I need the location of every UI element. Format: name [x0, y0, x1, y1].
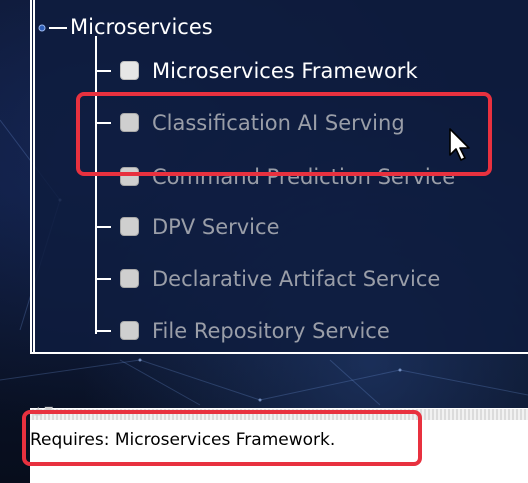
checkbox-microservices-framework[interactable]: [120, 61, 139, 80]
highlight-box-tree-item: [76, 92, 492, 176]
checkbox-dpv-service[interactable]: [120, 217, 139, 236]
tree-root-microservices[interactable]: Microservices: [70, 13, 213, 41]
tree-node-expander-icon[interactable]: [37, 23, 47, 33]
tree-item-label: DPV Service: [152, 215, 280, 239]
tree-item-label: Microservices Framework: [152, 59, 418, 83]
tree-item-label: Declarative Artifact Service: [152, 267, 441, 291]
tree-connector: [97, 70, 111, 72]
checkbox-declarative-artifact-service[interactable]: [120, 269, 139, 288]
tree-item-microservices-framework[interactable]: Microservices Framework: [0, 56, 528, 86]
tree-item-dpv-service[interactable]: DPV Service: [0, 212, 528, 242]
tree-item-file-repository-service[interactable]: File Repository Service: [0, 316, 528, 346]
tree-connector: [97, 226, 111, 228]
mouse-pointer-icon: [449, 128, 470, 161]
tree-item-declarative-artifact-service[interactable]: Declarative Artifact Service: [0, 264, 528, 294]
tree-root-connector: [49, 27, 67, 29]
tree-item-label: File Repository Service: [152, 319, 390, 343]
tree-connector: [97, 330, 111, 332]
highlight-box-description: [22, 410, 422, 466]
checkbox-file-repository-service[interactable]: [120, 321, 139, 340]
tree-connector: [97, 278, 111, 280]
